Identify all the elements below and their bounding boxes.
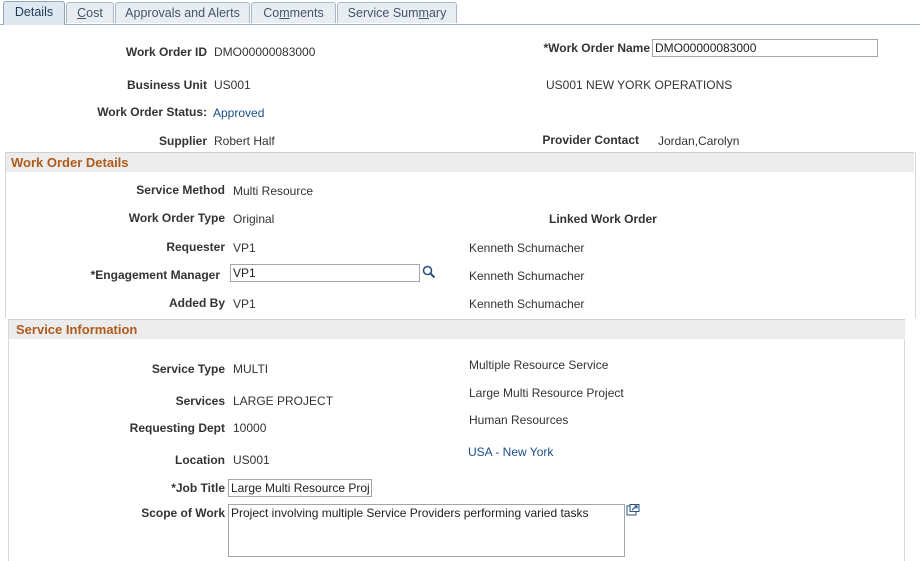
location-label: Location: [175, 453, 225, 467]
provider-contact-value: Jordan,Carolyn: [658, 134, 740, 148]
job-title-label: *Job Title: [171, 481, 225, 495]
location-value: US001: [233, 453, 270, 467]
requester-label: Requester: [166, 240, 225, 254]
engagement-manager-input[interactable]: [230, 264, 420, 282]
engagement-manager-label: *Engagement Manager: [90, 268, 220, 282]
work-order-type-value: Original: [233, 212, 275, 226]
requesting-dept-description: Human Resources: [469, 413, 569, 427]
tab-details[interactable]: Details: [3, 1, 65, 25]
tab-cost[interactable]: Cost: [66, 2, 114, 23]
work-order-name-input[interactable]: [652, 39, 878, 57]
requester-name: Kenneth Schumacher: [469, 241, 585, 255]
business-unit-description: US001 NEW YORK OPERATIONS: [546, 78, 733, 92]
work-order-details-panel: [5, 152, 916, 318]
location-description-link[interactable]: USA - New York: [468, 445, 553, 459]
requester-value: VP1: [233, 241, 256, 255]
work-order-status-link[interactable]: Approved: [213, 106, 264, 120]
tab-approvals-and-alerts[interactable]: Approvals and Alerts: [115, 2, 250, 23]
supplier-value: Robert Half: [214, 134, 275, 148]
work-order-type-label: Work Order Type: [128, 211, 225, 225]
tab-bar: Details Cost Approvals and Alerts Commen…: [0, 0, 920, 25]
added-by-label: Added By: [168, 296, 225, 310]
service-method-value: Multi Resource: [233, 184, 314, 198]
business-unit-label: Business Unit: [126, 78, 207, 92]
expand-popup-icon[interactable]: [626, 504, 640, 516]
service-information-header: Service Information: [9, 319, 905, 339]
tab-comments[interactable]: Comments: [251, 2, 336, 23]
added-by-name: Kenneth Schumacher: [469, 297, 585, 311]
work-order-id-label: Work Order ID: [125, 45, 207, 59]
service-type-description: Multiple Resource Service: [469, 358, 609, 372]
services-value: LARGE PROJECT: [233, 394, 334, 408]
tab-details-label: Details: [14, 5, 54, 19]
business-unit-value: US001: [214, 78, 251, 92]
service-method-label: Service Method: [136, 183, 225, 197]
work-order-status-label: Work Order Status:: [97, 105, 207, 119]
provider-contact-label: Provider Contact: [542, 133, 639, 147]
linked-work-order-label: Linked Work Order: [549, 212, 657, 226]
added-by-value: VP1: [233, 297, 256, 311]
tab-service-summary[interactable]: Service Summary: [337, 2, 457, 23]
services-label: Services: [175, 394, 225, 408]
supplier-label: Supplier: [158, 134, 207, 148]
requesting-dept-value: 10000: [233, 421, 267, 435]
engagement-manager-name: Kenneth Schumacher: [469, 269, 585, 283]
service-type-value: MULTI: [233, 362, 269, 376]
requesting-dept-label: Requesting Dept: [129, 421, 225, 435]
service-type-label: Service Type: [151, 362, 225, 376]
work-order-details-header: Work Order Details: [6, 152, 914, 172]
job-title-input[interactable]: [228, 479, 372, 497]
scope-of-work-label: Scope of Work: [141, 506, 225, 520]
scope-of-work-textarea[interactable]: Project involving multiple Service Provi…: [228, 504, 625, 557]
work-order-id-value: DMO00000083000: [214, 45, 316, 59]
work-order-name-label: *Work Order Name: [543, 41, 650, 55]
services-description: Large Multi Resource Project: [469, 386, 624, 400]
magnifier-icon[interactable]: [421, 264, 437, 280]
